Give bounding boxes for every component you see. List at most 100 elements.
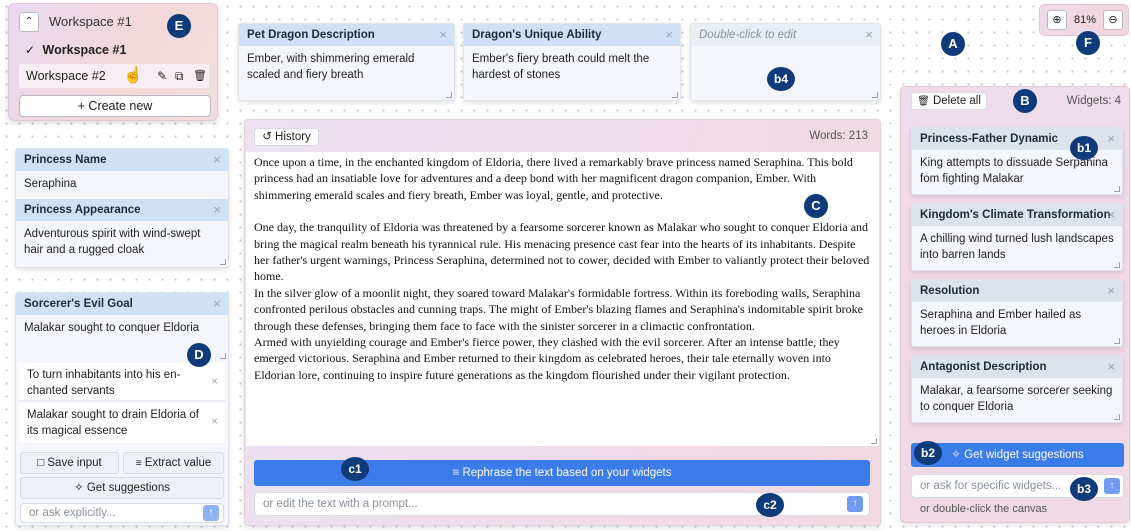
create-workspace-button[interactable]: + Create new	[19, 95, 211, 117]
workspace-item-2[interactable]: Workspace #2 ☝ ✎ ⧉ 🗑	[19, 64, 209, 88]
suggestion-item[interactable]: Malakar sought to drain Eldoria of its m…	[19, 403, 225, 443]
send-arrow-icon: ↑	[208, 507, 214, 518]
resize-handle[interactable]	[446, 92, 452, 98]
close-icon[interactable]: ×	[211, 374, 218, 390]
input-placeholder: or ask for specific widgets...	[920, 480, 1062, 492]
workspace-toggle-button[interactable]: ⌃	[19, 12, 39, 32]
ask-explicit-input[interactable]: or ask explicitly...	[20, 503, 224, 523]
send-button[interactable]: ↑	[847, 496, 863, 512]
story-paragraph: One day, the tranquility of Eldoria was …	[254, 220, 870, 284]
widget-title-placeholder[interactable]: Double-click to edit	[699, 29, 796, 41]
trash-icon[interactable]: 🗑	[193, 64, 207, 88]
label-F: F	[1076, 31, 1100, 55]
close-icon[interactable]: ×	[213, 149, 221, 171]
widget-group-princess: Princess Name × Seraphina Princess Appea…	[15, 148, 229, 268]
widget-value[interactable]: Seraphina	[16, 171, 228, 199]
panel-widget[interactable]: Kingdom's Climate Transformation × A chi…	[911, 203, 1123, 271]
zoom-out-icon: ⊖	[1108, 14, 1118, 26]
close-icon[interactable]: ×	[213, 199, 221, 221]
zoom-in-button[interactable]: ⊕	[1047, 10, 1067, 30]
widget-header: Dragon's Unique Ability ×	[464, 24, 680, 46]
suggestion-text: Malakar sought to drain Eldoria of its m…	[27, 409, 199, 437]
check-icon: ✓	[25, 43, 36, 57]
button-label: Get widget suggestions	[964, 449, 1084, 461]
resize-handle[interactable]	[872, 92, 878, 98]
widget-title: Kingdom's Climate Transformation	[920, 209, 1111, 221]
widget-header: Pet Dragon Description ×	[239, 24, 454, 46]
close-icon[interactable]: ×	[1107, 356, 1115, 378]
workspace-item-1[interactable]: ✓ Workspace #1	[25, 43, 205, 63]
resize-handle[interactable]	[1114, 414, 1120, 420]
pencil-icon[interactable]: ✎	[157, 64, 167, 88]
send-button[interactable]: ↑	[203, 505, 219, 521]
workspace-item-label: Workspace #2	[26, 69, 106, 83]
zoom-level: 81%	[1074, 14, 1097, 26]
widget-value[interactable]: Ember's fiery breath could melt the hard…	[464, 46, 680, 88]
close-icon[interactable]: ×	[1107, 204, 1115, 226]
send-button[interactable]: ↑	[1104, 478, 1120, 494]
close-icon[interactable]: ×	[213, 293, 221, 315]
get-widget-suggestions-button[interactable]: ✧ Get widget suggestions	[911, 443, 1124, 467]
close-icon[interactable]: ×	[665, 24, 673, 46]
widget-title: Antagonist Description	[920, 361, 1047, 373]
story-paragraph: In the silver glow of a moonlit night, t…	[254, 285, 863, 333]
close-icon[interactable]: ×	[865, 24, 873, 46]
resize-handle[interactable]	[871, 438, 877, 444]
close-icon[interactable]: ×	[1107, 280, 1115, 302]
word-count: Words: 213	[809, 130, 868, 142]
get-suggestions-button[interactable]: ✧ Get suggestions	[20, 477, 224, 499]
close-icon[interactable]: ×	[211, 414, 218, 430]
button-label: Get suggestions	[86, 482, 170, 494]
trash-icon: 🗑	[917, 96, 930, 107]
label-c1: c1	[341, 457, 369, 481]
widget-title: Sorcerer's Evil Goal	[24, 298, 133, 310]
canvas-hint: or double-click the canvas	[920, 503, 1048, 515]
text-editor-panel: ↺ History Words: 213 Once upon a time, i…	[244, 119, 881, 526]
history-button[interactable]: ↺ History	[254, 128, 319, 146]
widget-title: Princess Name	[24, 154, 107, 166]
panel-widget[interactable]: Resolution × Seraphina and Ember hailed …	[911, 279, 1123, 347]
close-icon[interactable]: ×	[439, 24, 447, 46]
copy-icon[interactable]: ⧉	[175, 64, 184, 88]
widget-header: Sorcerer's Evil Goal ×	[16, 293, 228, 315]
panel-widget[interactable]: Antagonist Description × Malakar, a fear…	[911, 355, 1123, 423]
widget-sorcerer-goal: Sorcerer's Evil Goal × Malakar sought to…	[15, 292, 229, 526]
suggestion-item[interactable]: To turn inhabitants into his en-chanted …	[19, 363, 225, 401]
resize-handle[interactable]	[220, 259, 226, 265]
label-B: B	[1013, 89, 1037, 113]
send-arrow-icon: ↑	[852, 498, 858, 509]
bookmark-icon: □	[37, 457, 45, 469]
widget-header: Princess Appearance ×	[16, 199, 228, 221]
resize-handle[interactable]	[672, 92, 678, 98]
widget-dragon-ability[interactable]: Dragon's Unique Ability × Ember's fiery …	[463, 23, 681, 101]
widget-header: Double-click to edit ×	[691, 24, 880, 46]
widget-value[interactable]: Seraphina and Ember hailed as heroes in …	[912, 302, 1122, 344]
extract-icon: ≡	[135, 458, 142, 469]
label-b3: b3	[1070, 477, 1098, 501]
widget-count: Widgets: 4	[1066, 95, 1121, 107]
resize-handle[interactable]	[220, 353, 226, 359]
widget-value[interactable]: Adventurous spirit with wind-swept hair …	[16, 221, 228, 263]
extract-value-button[interactable]: ≡ Extract value	[123, 452, 224, 474]
resize-handle[interactable]	[1114, 262, 1120, 268]
workspace-item-label: Workspace #1	[42, 43, 127, 57]
widget-value[interactable]: Malakar, a fearsome sorcerer seeking to …	[912, 378, 1122, 420]
save-input-button[interactable]: □ Save input	[20, 452, 119, 474]
workspace-current-title: Workspace #1	[49, 14, 132, 29]
close-icon[interactable]: ×	[1107, 128, 1115, 150]
resize-handle[interactable]	[1114, 338, 1120, 344]
widget-value[interactable]: Ember, with shimmering emerald scaled an…	[239, 46, 454, 88]
zoom-out-button[interactable]: ⊖	[1103, 10, 1123, 30]
history-icon: ↺	[262, 131, 272, 143]
story-paragraph: Armed with unyielding courage and Ember'…	[254, 335, 840, 382]
widget-title: Princess Appearance	[24, 204, 141, 216]
widget-header: Antagonist Description ×	[912, 356, 1122, 378]
zoom-in-icon: ⊕	[1052, 14, 1062, 26]
widget-pet-dragon[interactable]: Pet Dragon Description × Ember, with shi…	[238, 23, 455, 101]
resize-handle[interactable]	[1114, 186, 1120, 192]
story-text-area[interactable]: Once upon a time, in the enchanted kingd…	[246, 152, 879, 446]
widget-value[interactable]: A chilling wind turned lush landscapes i…	[912, 226, 1122, 268]
label-C: C	[804, 194, 828, 218]
delete-all-button[interactable]: 🗑 Delete all	[911, 92, 987, 110]
sparkle-icon: ✧	[951, 449, 961, 461]
